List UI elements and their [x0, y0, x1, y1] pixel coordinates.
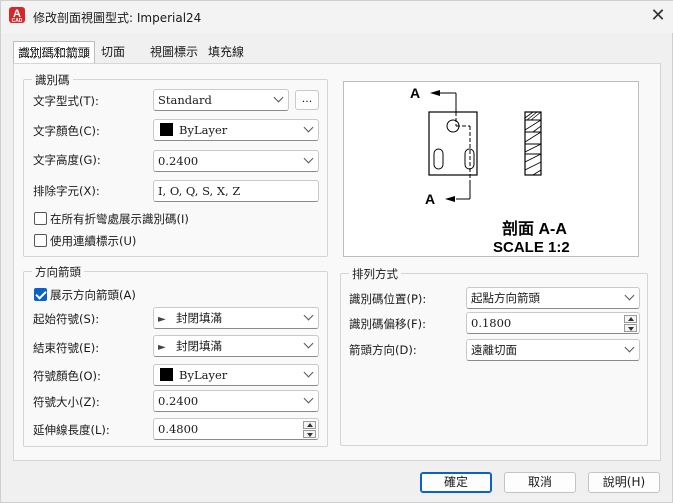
text-style-dropdown[interactable]: Standard [153, 89, 289, 111]
text-style-label: 文字型式(T): [33, 94, 99, 108]
show-at-bends-label: 在所有折彎處展示識別碼(I) [50, 212, 189, 226]
arrow-left-icon [430, 90, 440, 96]
chevron-down-icon [303, 367, 314, 378]
symbol-size-value: 0.2400 [158, 394, 199, 408]
autocad-app-icon: A CAD [9, 7, 25, 24]
arrow-right-icon: ► [158, 342, 166, 353]
preview-label-bottom: A [425, 191, 435, 207]
text-style-browse-button[interactable]: ... [295, 90, 319, 110]
symbol-color-label: 符號顏色(O): [33, 369, 101, 383]
continuous-labels-label: 使用連續標示(U) [50, 234, 137, 248]
symbol-size-label: 符號大小(Z): [33, 395, 100, 409]
ok-button[interactable]: 確定 [420, 472, 492, 493]
show-arrows-checkbox[interactable] [34, 288, 47, 301]
cancel-button[interactable]: 取消 [504, 472, 576, 493]
arrow-left-icon [445, 196, 455, 202]
text-style-value: Standard [158, 93, 212, 107]
chevron-down-icon [303, 310, 314, 321]
symbol-color-value: ByLayer [179, 368, 228, 382]
identifier-position-value: 起點方向箭頭 [471, 291, 540, 305]
preview-pane: A A 剖面 A-A SCALE 1:2 [343, 81, 639, 257]
group-title: 識別碼 [32, 72, 73, 88]
tab-identifier-arrows[interactable]: 識別碼和箭頭 [13, 41, 96, 63]
chevron-down-icon [273, 92, 284, 103]
spin-up-icon[interactable] [624, 315, 637, 323]
identifier-offset-spinner[interactable]: 0.1800 [466, 312, 640, 334]
text-color-label: 文字顏色(C): [33, 124, 100, 138]
tab-cutting-plane[interactable]: 切面 [97, 43, 129, 63]
identifier-position-label: 識別碼位置(P): [349, 292, 427, 306]
extension-length-value: 0.4800 [158, 422, 199, 436]
start-symbol-value: 封閉填滿 [176, 311, 222, 325]
tab-view-label[interactable]: 視圖標示 [146, 43, 202, 63]
chevron-down-icon [303, 393, 314, 404]
color-swatch [160, 368, 173, 381]
text-height-value: 0.2400 [158, 154, 199, 168]
start-symbol-label: 起始符號(S): [33, 312, 100, 326]
tab-hatch[interactable]: 填充線 [204, 43, 248, 63]
group-title: 排列方式 [349, 266, 401, 282]
close-icon[interactable]: ✕ [645, 3, 671, 29]
title-bar: A CAD 修改剖面視圖型式: Imperial24 ✕ [1, 1, 673, 33]
tab-label: 填充線 [208, 45, 245, 59]
window-title: 修改剖面視圖型式: Imperial24 [33, 11, 202, 25]
show-at-bends-checkbox[interactable] [34, 212, 47, 225]
identifier-offset-value: 0.1800 [471, 316, 512, 330]
spin-up-icon[interactable] [303, 421, 316, 429]
group-title: 方向箭頭 [32, 264, 84, 280]
arrow-right-icon: ► [158, 314, 166, 325]
chevron-down-icon [624, 342, 635, 353]
extension-length-spinner[interactable]: 0.4800 [153, 418, 319, 440]
continuous-labels-checkbox[interactable] [34, 234, 47, 247]
end-symbol-value: 封閉填滿 [176, 339, 222, 353]
color-swatch [160, 123, 173, 136]
exclude-chars-input[interactable]: I, O, Q, S, X, Z [153, 180, 319, 202]
start-symbol-dropdown[interactable]: ► 封閉填滿 [153, 307, 319, 329]
chevron-down-icon [303, 338, 314, 349]
tab-label: 視圖標示 [150, 45, 199, 59]
text-color-dropdown[interactable]: ByLayer [153, 119, 319, 141]
preview-scale-text: SCALE 1:2 [493, 239, 570, 256]
spin-down-icon[interactable] [624, 324, 637, 332]
spin-down-icon[interactable] [303, 430, 316, 438]
end-symbol-label: 結束符號(E): [33, 341, 100, 355]
section-preview-drawing: A A 剖面 A-A SCALE 1:2 [410, 85, 570, 256]
extension-length-label: 延伸線長度(L): [33, 423, 110, 437]
symbol-size-dropdown[interactable]: 0.2400 [153, 390, 319, 412]
end-symbol-dropdown[interactable]: ► 封閉填滿 [153, 335, 319, 357]
preview-label-top: A [410, 85, 420, 101]
preview-section-title: 剖面 A-A [502, 219, 567, 238]
chevron-down-icon [303, 122, 314, 133]
identifier-offset-label: 識別碼偏移(F): [349, 317, 426, 331]
arrow-direction-dropdown[interactable]: 遠離切面 [466, 339, 640, 361]
text-height-label: 文字高度(G): [33, 153, 101, 167]
text-color-value: ByLayer [179, 123, 228, 137]
dialog-window: A CAD 修改剖面視圖型式: Imperial24 ✕ 識別碼和箭頭 切面 視圖… [0, 0, 673, 503]
arrow-direction-label: 箭頭方向(D): [349, 343, 417, 357]
text-height-dropdown[interactable]: 0.2400 [153, 150, 319, 172]
chevron-down-icon [624, 290, 635, 301]
tab-label: 識別碼和箭頭 [18, 46, 91, 60]
show-arrows-label: 展示方向箭頭(A) [50, 288, 136, 302]
chevron-down-icon [303, 153, 314, 164]
identifier-position-dropdown[interactable]: 起點方向箭頭 [466, 287, 640, 309]
help-button[interactable]: 說明(H) [588, 472, 660, 493]
tab-label: 切面 [101, 45, 126, 59]
symbol-color-dropdown[interactable]: ByLayer [153, 364, 319, 386]
exclude-chars-label: 排除字元(X): [33, 184, 100, 198]
arrow-direction-value: 遠離切面 [471, 343, 517, 357]
